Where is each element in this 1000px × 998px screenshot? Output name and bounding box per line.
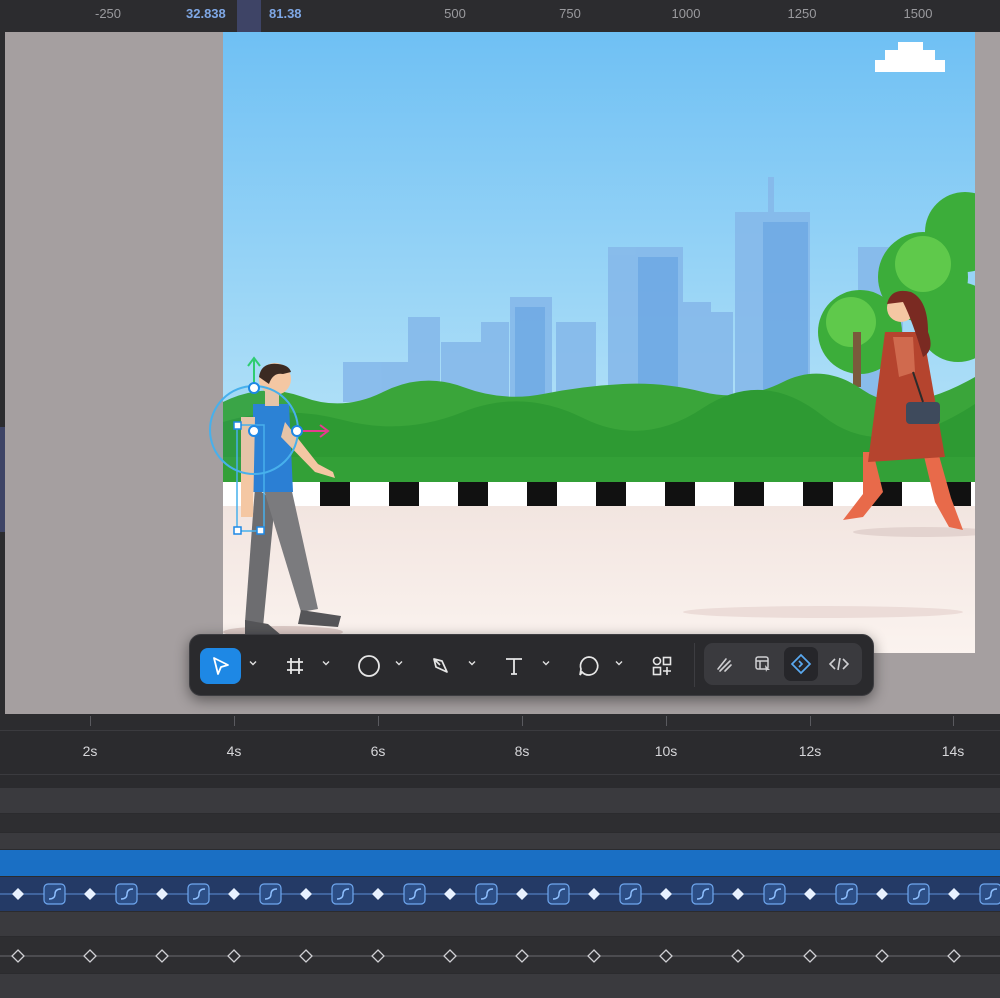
keyframe-diamond-icon [372, 888, 384, 900]
timeline-track[interactable] [0, 833, 1000, 849]
keyframe-diamond-icon [516, 888, 528, 900]
keyframe-diamond-icon [11, 949, 25, 963]
timeline-track-spacer [0, 814, 1000, 832]
keyframe-diamond-icon [227, 949, 241, 963]
ruler-selection-start: 32.838 [186, 6, 226, 21]
timeline-track-keyframes-secondary[interactable] [0, 937, 1000, 973]
ellipse-icon [358, 655, 380, 677]
time-label: 14s [941, 743, 965, 759]
keyframe-diamond-icon [515, 949, 529, 963]
timeline-time-labels[interactable]: 2s 4s 6s 8s 10s 12s 14s [0, 731, 1000, 775]
keyframe-diamond-icon [731, 949, 745, 963]
prototype-diamond-icon [790, 653, 812, 675]
move-tool-button[interactable] [200, 648, 241, 684]
keyframe-diamond-icon [875, 949, 889, 963]
keyframe-diamond-icon [659, 949, 673, 963]
keyframe-diamond-icon [876, 888, 888, 900]
chevron-down-icon[interactable] [395, 659, 403, 667]
horizontal-ruler: -250 32.838 81.38 500 750 1000 1250 1500 [0, 0, 1000, 33]
timeline-track-selected-layer[interactable] [0, 850, 1000, 876]
street-illustration [223, 32, 975, 653]
timeline-track[interactable] [0, 974, 1000, 998]
artboard-frame[interactable] [223, 32, 975, 653]
mode-switcher [704, 643, 862, 685]
code-brackets-icon [828, 657, 850, 671]
components-grid-icon [652, 656, 672, 676]
pen-tool-button[interactable] [424, 648, 458, 684]
keyframe-diamond-icon [84, 888, 96, 900]
time-label: 4s [226, 743, 242, 759]
frame-tool-button[interactable] [279, 648, 311, 684]
keyframe-diamond-icon [804, 888, 816, 900]
keyframe-row [0, 883, 1000, 905]
keyframe-diamond-icon [371, 949, 385, 963]
keyframe-diamond-icon [444, 888, 456, 900]
pen-nib-icon [433, 658, 448, 673]
components-tool-button[interactable] [645, 648, 679, 684]
draw-squiggle-icon [717, 658, 732, 672]
chevron-down-icon[interactable] [615, 659, 623, 667]
chevron-down-icon[interactable] [468, 659, 476, 667]
shape-tool-button[interactable] [352, 648, 386, 684]
timeline-ruler [0, 714, 1000, 731]
keyframe-diamond-icon [299, 949, 313, 963]
timeline-track-keyframes[interactable] [0, 877, 1000, 911]
toolbar-divider [694, 643, 695, 687]
design-mode-icon [755, 656, 770, 672]
text-t-icon [506, 658, 522, 675]
ruler-selection-end: 81.38 [269, 6, 302, 21]
keyframe-diamond-icon [156, 888, 168, 900]
frame-hash-icon [287, 658, 303, 674]
time-label: 10s [654, 743, 678, 759]
keyframe-diamond-icon [587, 949, 601, 963]
ruler-tick: 750 [559, 6, 581, 21]
ruler-tick: 1500 [903, 6, 933, 21]
draw-mode-button[interactable] [708, 647, 742, 681]
keyframe-diamond-icon [660, 888, 672, 900]
keyframe-diamond-icon [732, 888, 744, 900]
chevron-down-icon[interactable] [322, 659, 330, 667]
time-label: 2s [82, 743, 98, 759]
chevron-down-icon[interactable] [542, 659, 550, 667]
keyframe-diamond-icon [155, 949, 169, 963]
keyframe-diamond-icon [300, 888, 312, 900]
ruler-tick: 1250 [787, 6, 817, 21]
comment-bubble-icon [579, 656, 599, 676]
ruler-tick: 1000 [671, 6, 701, 21]
ruler-tick: 500 [444, 6, 466, 21]
keyframe-diamond-icon [12, 888, 24, 900]
dev-mode-button[interactable] [822, 647, 856, 681]
comment-tool-button[interactable] [572, 648, 606, 684]
ruler-selection-highlight [237, 0, 261, 32]
keyframe-diamond-icon [803, 949, 817, 963]
time-label: 8s [514, 743, 530, 759]
ruler-tick: -250 [94, 6, 122, 21]
keyframe-row [0, 949, 1000, 963]
text-tool-button[interactable] [497, 648, 531, 684]
chevron-down-icon[interactable] [249, 659, 257, 667]
keyframe-diamond-icon [443, 949, 457, 963]
keyframe-diamond-icon [588, 888, 600, 900]
time-label: 12s [798, 743, 822, 759]
cursor-arrow-icon [212, 657, 229, 675]
timeline-track-spacer [0, 775, 1000, 787]
prototype-mode-button[interactable] [784, 647, 818, 681]
floating-toolbar [189, 634, 874, 696]
design-mode-button[interactable] [746, 647, 780, 681]
keyframe-diamond-icon [947, 949, 961, 963]
time-label: 6s [370, 743, 386, 759]
keyframe-diamond-icon [948, 888, 960, 900]
timeline-track[interactable] [0, 912, 1000, 936]
easing-curve-icon [979, 883, 1000, 905]
timeline-track[interactable] [0, 788, 1000, 813]
keyframe-diamond-icon [83, 949, 97, 963]
keyframe-diamond-icon [228, 888, 240, 900]
